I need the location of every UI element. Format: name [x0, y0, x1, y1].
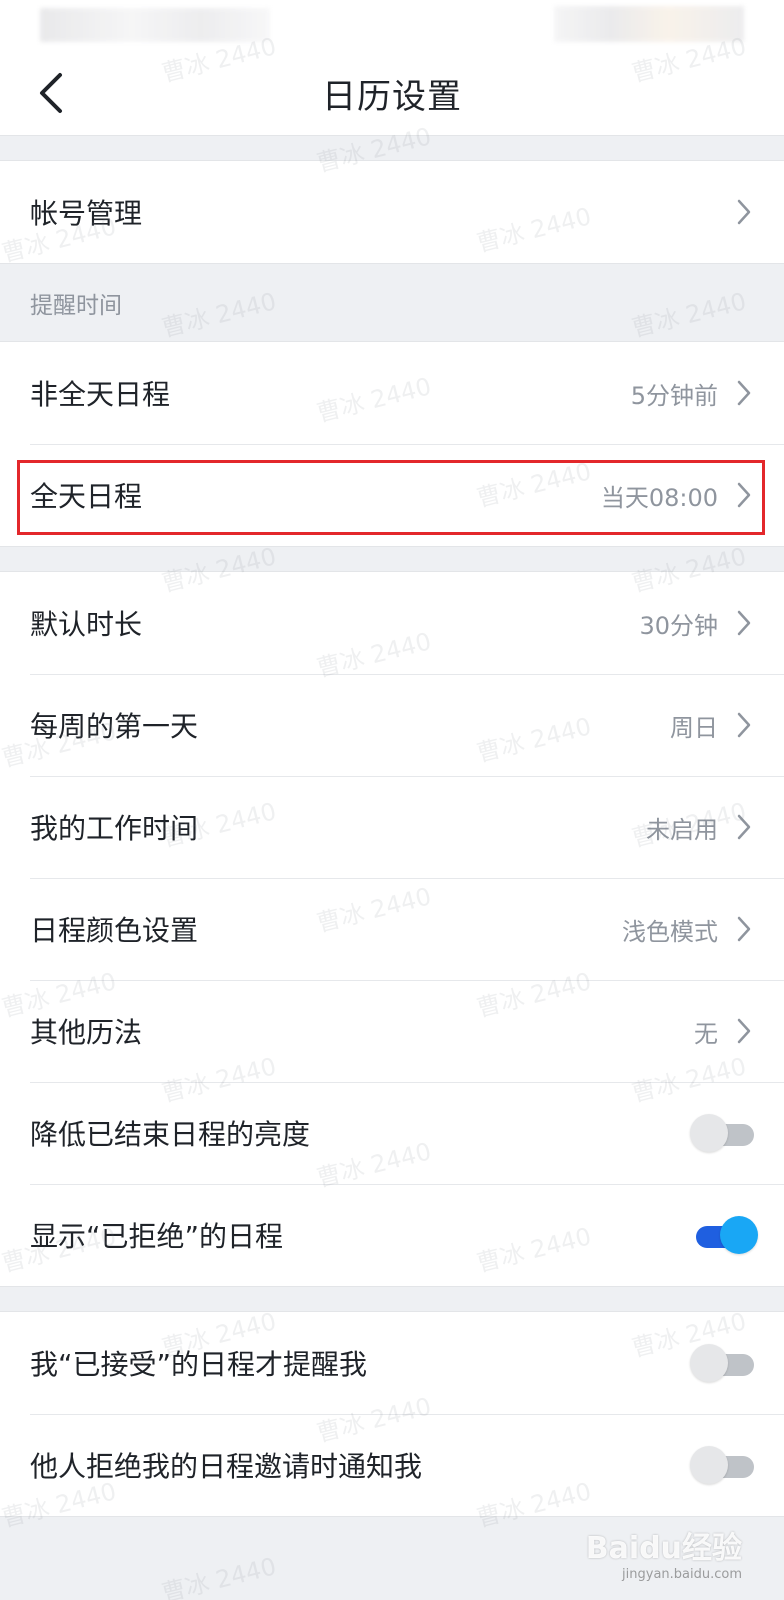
remind-accepted-only-toggle[interactable] — [690, 1344, 754, 1382]
blurred-status-left — [40, 8, 270, 42]
general-settings-group: 默认时长 30分钟 每周的第一天 周日 我的工作时间 未启用 日程颜色设置 浅色… — [0, 571, 784, 1287]
row-label: 我的工作时间 — [30, 812, 199, 845]
row-label: 降低已结束日程的亮度 — [30, 1118, 311, 1151]
row-label: 全天日程 — [30, 480, 143, 513]
chevron-right-icon — [734, 608, 754, 638]
account-management-row[interactable]: 帐号管理 — [0, 161, 784, 263]
reminder-section-title: 提醒时间 — [30, 292, 122, 319]
baidu-site-text: jingyan.baidu.com — [622, 1567, 742, 1582]
row-label: 显示“已拒绝”的日程 — [30, 1220, 284, 1253]
account-group: 帐号管理 — [0, 160, 784, 264]
row-label: 非全天日程 — [30, 378, 171, 411]
notify-declined-invite-row: 他人拒绝我的日程邀请时通知我 — [0, 1414, 784, 1516]
other-calendar-row[interactable]: 其他历法 无 — [0, 980, 784, 1082]
row-value: 30分钟 — [639, 611, 718, 640]
page-title: 日历设置 — [322, 76, 462, 117]
watermark: 曹冰 2440 — [158, 1552, 279, 1600]
event-color-row[interactable]: 日程颜色设置 浅色模式 — [0, 878, 784, 980]
work-hours-row[interactable]: 我的工作时间 未启用 — [0, 776, 784, 878]
status-bar — [0, 0, 784, 50]
show-declined-row: 显示“已拒绝”的日程 — [0, 1184, 784, 1286]
baidu-jingyan-logo: Baidu经验 jingyan.baidu.com — [586, 1523, 742, 1582]
chevron-right-icon — [734, 378, 754, 408]
row-label: 帐号管理 — [30, 197, 143, 230]
row-value: 未启用 — [646, 815, 718, 844]
notify-group: 我“已接受”的日程才提醒我 他人拒绝我的日程邀请时通知我 — [0, 1311, 784, 1517]
chevron-right-icon — [734, 197, 754, 227]
row-label: 日程颜色设置 — [30, 914, 199, 947]
non-all-day-reminder-row[interactable]: 非全天日程 5分钟前 — [0, 342, 784, 444]
remind-accepted-only-row: 我“已接受”的日程才提醒我 — [0, 1312, 784, 1414]
dim-past-events-row: 降低已结束日程的亮度 — [0, 1082, 784, 1184]
row-label: 我“已接受”的日程才提醒我 — [30, 1348, 368, 1381]
chevron-right-icon — [734, 812, 754, 842]
baidu-logo-text: Baidu经验 — [585, 1531, 742, 1566]
notify-declined-invite-toggle[interactable] — [690, 1446, 754, 1484]
dim-past-events-toggle[interactable] — [690, 1114, 754, 1152]
chevron-right-icon — [734, 914, 754, 944]
row-value: 5分钟前 — [630, 381, 718, 410]
reminder-group: 非全天日程 5分钟前 全天日程 当天08:00 — [0, 341, 784, 547]
row-label: 每周的第一天 — [30, 710, 199, 743]
blurred-status-right — [554, 6, 744, 42]
row-label: 默认时长 — [30, 608, 143, 641]
row-value: 当天08:00 — [600, 483, 718, 512]
week-start-row[interactable]: 每周的第一天 周日 — [0, 674, 784, 776]
default-duration-row[interactable]: 默认时长 30分钟 — [0, 572, 784, 674]
row-value: 周日 — [670, 713, 718, 742]
all-day-reminder-row[interactable]: 全天日程 当天08:00 — [0, 444, 784, 546]
chevron-right-icon — [734, 710, 754, 740]
row-value: 浅色模式 — [622, 917, 718, 946]
chevron-right-icon — [734, 480, 754, 510]
nav-bar: 日历设置 — [0, 50, 784, 136]
show-declined-toggle[interactable] — [690, 1216, 758, 1254]
row-label: 他人拒绝我的日程邀请时通知我 — [30, 1450, 423, 1483]
row-value: 无 — [694, 1019, 718, 1048]
chevron-right-icon — [734, 1016, 754, 1046]
row-label: 其他历法 — [30, 1016, 143, 1049]
